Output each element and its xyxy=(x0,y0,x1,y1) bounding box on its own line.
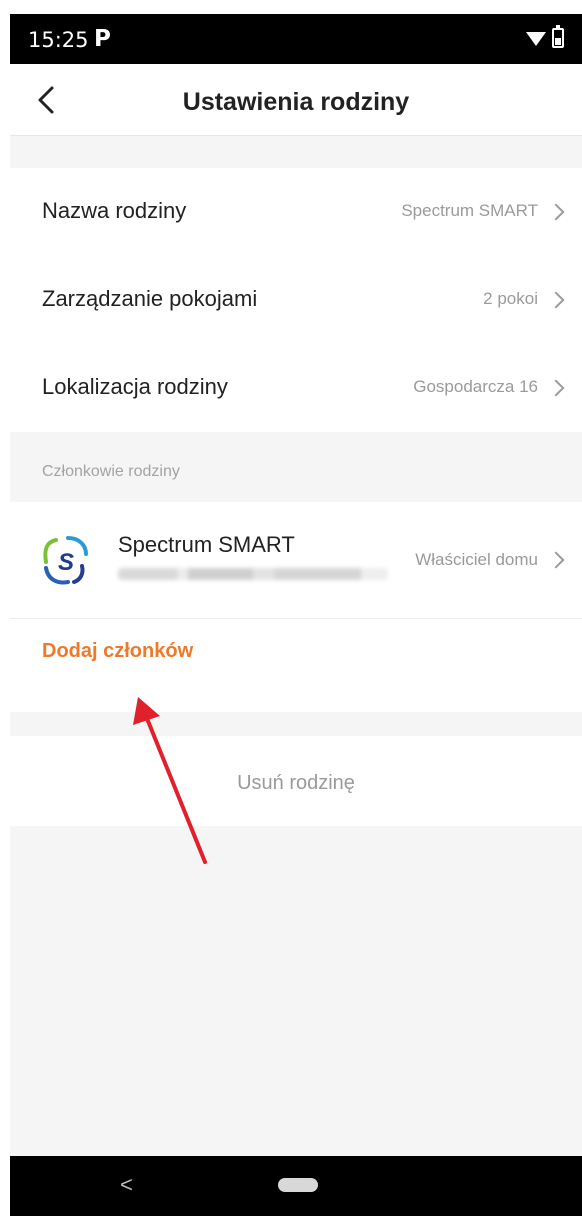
members-list: S Spectrum SMART Właściciel domu Dodaj c… xyxy=(10,502,582,712)
family-name-value: Spectrum SMART xyxy=(401,201,538,220)
member-name: Spectrum SMART xyxy=(118,532,295,557)
svg-text:S: S xyxy=(58,549,74,576)
page-title: Ustawienia rodziny xyxy=(182,88,410,116)
parking-notification-icon: P xyxy=(94,26,111,52)
member-role: Właściciel domu xyxy=(415,550,538,569)
chevron-right-icon xyxy=(547,551,565,569)
status-time: 15:25 xyxy=(28,28,89,52)
phone-screen: 15:25 P Ustawienia rodziny Nazwa rodziny… xyxy=(10,14,582,1216)
room-management-row[interactable]: Zarządzanie pokojami 2 pokoi xyxy=(10,256,582,344)
room-management-label: Zarządzanie pokojami xyxy=(42,286,258,311)
family-name-label: Nazwa rodziny xyxy=(42,198,187,223)
chevron-right-icon xyxy=(547,379,565,397)
family-settings-list: Nazwa rodziny Spectrum SMART Zarządzanie… xyxy=(10,168,582,432)
members-section-header: Członkowie rodziny xyxy=(42,463,180,480)
member-row[interactable]: S Spectrum SMART Właściciel domu xyxy=(10,502,582,619)
blurred-member-email xyxy=(118,568,388,580)
chevron-right-icon xyxy=(547,291,565,309)
family-name-row[interactable]: Nazwa rodziny Spectrum SMART xyxy=(10,168,582,256)
family-location-row[interactable]: Lokalizacja rodziny Gospodarcza 16 xyxy=(10,344,582,432)
room-count-value: 2 pokoi xyxy=(483,289,538,308)
spectrum-logo-avatar: S xyxy=(43,536,88,585)
chevron-right-icon xyxy=(547,203,565,221)
add-members-link[interactable]: Dodaj członków xyxy=(42,640,193,663)
nav-home-pill-icon[interactable] xyxy=(278,1178,318,1192)
nav-back-icon[interactable]: < xyxy=(120,1172,133,1198)
system-navigation-bar: < xyxy=(10,1156,582,1216)
status-bar: 15:25 P xyxy=(10,14,582,64)
screenshot-frame: 15:25 P Ustawienia rodziny Nazwa rodziny… xyxy=(0,0,582,1230)
wifi-icon xyxy=(526,32,546,46)
family-location-label: Lokalizacja rodziny xyxy=(42,374,228,399)
delete-family-button[interactable]: Usuń rodzinę xyxy=(10,772,582,795)
battery-icon xyxy=(552,25,564,48)
top-app-bar: Ustawienia rodziny xyxy=(10,64,582,136)
family-location-value: Gospodarcza 16 xyxy=(413,377,538,396)
delete-family-section: Usuń rodzinę xyxy=(10,736,582,826)
